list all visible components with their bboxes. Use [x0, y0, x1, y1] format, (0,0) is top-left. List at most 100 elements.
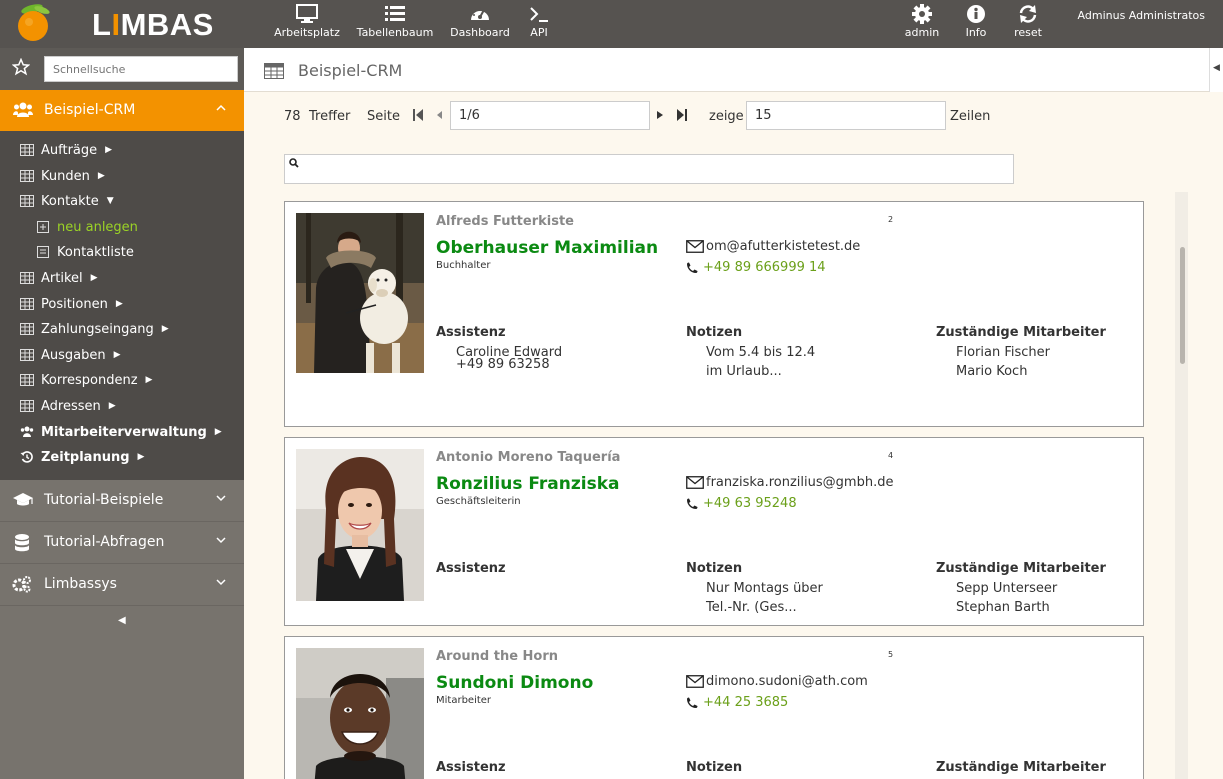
- record-number: 2: [888, 215, 894, 224]
- quick-search-input[interactable]: [44, 56, 238, 82]
- section-tutorial-beispiele[interactable]: Tutorial-Beispiele: [0, 480, 244, 522]
- prev-page-icon: [437, 111, 442, 119]
- staff-member[interactable]: Florian Fischer: [956, 345, 1050, 360]
- graduation-cap-icon: [13, 493, 33, 506]
- sidebar-item-positionen[interactable]: Positionen ▶: [20, 294, 123, 314]
- contact-name[interactable]: Sundoni Dimono: [436, 673, 593, 693]
- notes-line: im Urlaub...: [706, 364, 782, 379]
- filter-search-box[interactable]: [284, 154, 1014, 184]
- contact-email[interactable]: franziska.ronzilius@gmbh.de: [686, 475, 893, 490]
- section-tutorial-abfragen[interactable]: Tutorial-Abfragen: [0, 522, 244, 564]
- main-header: Beispiel-CRM ◀: [244, 48, 1223, 92]
- sidebar-item-label: Kunden: [41, 168, 90, 184]
- caret-right-icon: ▶: [97, 171, 105, 181]
- contact-phone[interactable]: +44 25 3685: [686, 695, 788, 710]
- section-beispiel-crm[interactable]: Beispiel-CRM: [0, 90, 244, 131]
- sidebar-item-neu-anlegen[interactable]: neu anlegen: [36, 217, 138, 237]
- record-number: 4: [888, 451, 894, 460]
- table-icon: [20, 298, 34, 310]
- chevron-down-icon: [216, 579, 226, 586]
- envelope-icon: [686, 476, 704, 489]
- caret-right-icon: ▶: [105, 145, 113, 155]
- nav-label: admin: [904, 26, 940, 39]
- phone-icon: [687, 262, 698, 273]
- sidebar-item-korrespondenz[interactable]: Korrespondenz ▶: [20, 370, 152, 390]
- rows-input[interactable]: [746, 101, 946, 130]
- sidebar-item-label: Positionen: [41, 296, 108, 312]
- first-page-icon: [413, 109, 423, 121]
- gear-icon: [912, 4, 932, 24]
- contact-phone[interactable]: +49 63 95248: [686, 496, 797, 511]
- staff-member[interactable]: Mario Koch: [956, 364, 1027, 379]
- contact-email[interactable]: dimono.sudoni@ath.com: [686, 674, 868, 689]
- sidebar-item-mitarbeiterverwaltung[interactable]: Mitarbeiterverwaltung ▶: [20, 422, 222, 442]
- nav-api[interactable]: API: [526, 4, 552, 39]
- sidebar-item-label: Kontakte: [41, 193, 99, 209]
- nav-label: Arbeitsplatz: [274, 26, 340, 39]
- nav-tabellenbaum[interactable]: Tabellenbaum: [356, 4, 434, 39]
- users-icon: [13, 102, 33, 117]
- staff-member[interactable]: Stephan Barth: [956, 600, 1050, 615]
- section-limbassys[interactable]: Limbassys: [0, 564, 244, 606]
- collapse-sidebar-icon[interactable]: ◀: [118, 615, 126, 626]
- contact-name[interactable]: Oberhauser Maximilian: [436, 238, 658, 258]
- email-text: dimono.sudoni@ath.com: [706, 674, 868, 689]
- page-input[interactable]: [450, 101, 650, 130]
- staff-member[interactable]: Sepp Unterseer: [956, 581, 1057, 596]
- staff-heading: Zuständige Mitarbeiter: [936, 561, 1106, 576]
- user-name[interactable]: Adminus Administratos: [1078, 9, 1205, 22]
- contact-role: Geschäftsleiterin: [436, 496, 521, 507]
- sidebar-item-adressen[interactable]: Adressen ▶: [20, 396, 116, 416]
- users-icon: [20, 426, 34, 437]
- list-scrollbar[interactable]: [1175, 192, 1188, 779]
- caret-right-icon: ▶: [108, 401, 116, 411]
- company-name: Alfreds Futterkiste: [436, 214, 574, 229]
- sidebar-item-artikel[interactable]: Artikel ▶: [20, 268, 98, 288]
- nav-arbeitsplatz[interactable]: Arbeitsplatz: [274, 4, 340, 39]
- section-label: Tutorial-Beispiele: [44, 492, 164, 508]
- sidebar-item-label: Ausgaben: [41, 347, 106, 363]
- contact-card[interactable]: Alfreds Futterkiste Oberhauser Maximilia…: [284, 201, 1144, 427]
- prev-page-button[interactable]: [435, 108, 443, 126]
- sidebar-item-label: Zahlungseingang: [41, 321, 154, 337]
- notes-heading: Notizen: [686, 760, 743, 775]
- table-icon: [20, 144, 34, 156]
- assistant-heading: Assistenz: [436, 561, 506, 576]
- sidebar-item-kontakte[interactable]: Kontakte ▼: [20, 191, 114, 211]
- contact-card[interactable]: Around the Horn Sundoni Dimono Mitarbeit…: [284, 636, 1144, 779]
- sidebar: Beispiel-CRM Aufträge ▶ Kunden ▶ Kontakte ▼…: [0, 48, 244, 779]
- right-panel-toggle[interactable]: ◀: [1209, 48, 1223, 92]
- first-page-button[interactable]: [412, 108, 424, 126]
- page-label: Seite: [367, 109, 400, 124]
- next-page-button[interactable]: [656, 108, 664, 126]
- page-title: Beispiel-CRM: [298, 61, 403, 80]
- nav-info[interactable]: Info: [962, 4, 990, 39]
- caret-right-icon: ▶: [161, 324, 169, 334]
- scroll-thumb[interactable]: [1180, 247, 1185, 364]
- contact-phone[interactable]: +49 89 666999 14: [686, 260, 826, 275]
- nav-label: Dashboard: [450, 26, 510, 39]
- sidebar-item-zahlungseingang[interactable]: Zahlungseingang ▶: [20, 319, 169, 339]
- chevron-down-icon: [216, 495, 226, 502]
- sidebar-item-kontaktliste[interactable]: Kontaktliste: [36, 242, 134, 262]
- contact-card[interactable]: Antonio Moreno Taquería Ronzilius Franzi…: [284, 437, 1144, 626]
- sidebar-item-zeitplanung[interactable]: Zeitplanung ▶: [20, 447, 144, 467]
- table-icon: [20, 349, 34, 361]
- star-icon[interactable]: [12, 58, 30, 76]
- top-bar: LIMBAS Arbeitsplatz Tabellenbaum Dashboa…: [0, 0, 1223, 48]
- nav-admin[interactable]: admin: [902, 4, 942, 39]
- limbas-logo[interactable]: LIMBAS: [12, 3, 214, 45]
- caret-right-icon: ▶: [214, 427, 222, 437]
- nav-dashboard[interactable]: Dashboard: [448, 4, 512, 39]
- next-page-icon: [657, 111, 663, 119]
- sidebar-item-ausgaben[interactable]: Ausgaben ▶: [20, 345, 121, 365]
- last-page-button[interactable]: [676, 108, 688, 126]
- chevron-up-icon: [216, 104, 226, 111]
- sidebar-item-kunden[interactable]: Kunden ▶: [20, 166, 105, 186]
- contact-email[interactable]: om@afutterkistetest.de: [686, 239, 860, 254]
- last-page-icon: [677, 109, 687, 121]
- contact-name[interactable]: Ronzilius Franziska: [436, 474, 620, 494]
- logo-text: LIMBAS: [92, 7, 214, 42]
- nav-reset[interactable]: reset: [1012, 4, 1044, 39]
- sidebar-item-auftraege[interactable]: Aufträge ▶: [20, 140, 112, 160]
